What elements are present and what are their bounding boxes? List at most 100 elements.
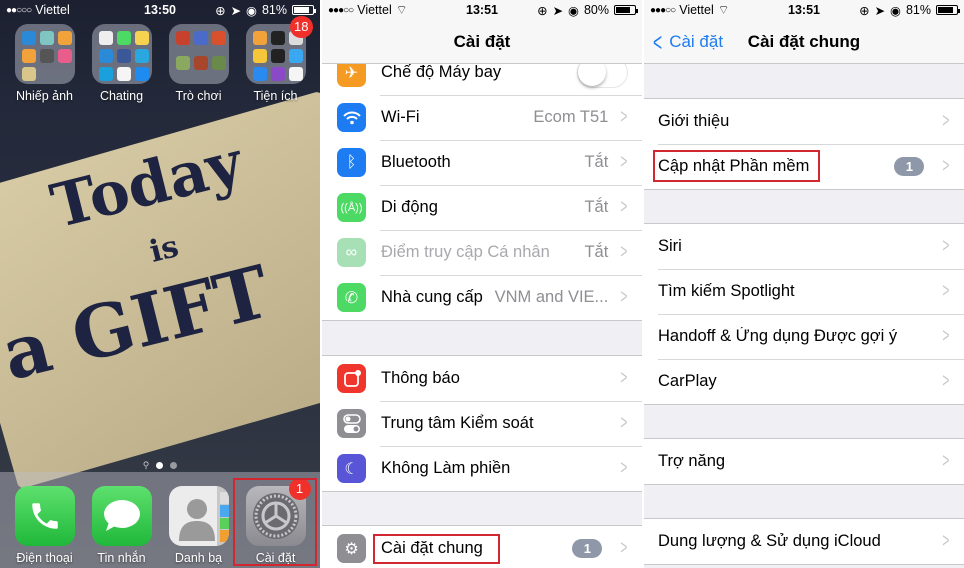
nav-bar: < Cài đặt Cài đặt chung	[644, 20, 964, 64]
row-label: CarPlay	[658, 372, 717, 390]
wifi-status-icon: ⌔	[717, 3, 730, 17]
chevron-right-icon: >	[620, 367, 628, 389]
app-label: Tin nhắn	[97, 551, 146, 565]
settings-screen: ●●●○○ Viettel ⌔ 13:51 ⊕ ➤ ◉ 80% Cài đặt ✈ …	[322, 0, 642, 568]
dock-app-contacts[interactable]: Danh bạ	[166, 486, 232, 568]
bluetooth-icon: ᛒ	[337, 148, 366, 177]
folder-photography[interactable]: Nhiếp ảnh	[12, 24, 78, 103]
row-bluetooth[interactable]: ᛒ Bluetooth Tắt >	[322, 140, 642, 185]
status-bar: ●●●○○ Viettel ⌔ 13:51 ⊕ ➤ ◉ 81%	[644, 0, 964, 20]
folder-icon	[91, 24, 152, 84]
row-do-not-disturb[interactable]: ☾ Không Làm phiền >	[322, 446, 642, 491]
row-value: Ecom T51	[533, 108, 609, 126]
row-carrier[interactable]: ✆ Nhà cung cấp VNM and VIE... >	[322, 275, 642, 320]
folder-label: Nhiếp ảnh	[16, 89, 73, 103]
app-label: Điện thoại	[16, 551, 73, 565]
row-value: Tắt	[584, 198, 609, 216]
chevron-right-icon: >	[620, 286, 628, 308]
phone-carrier-icon: ✆	[337, 283, 366, 312]
wifi-icon	[337, 103, 366, 132]
row-wifi[interactable]: Wi-Fi Ecom T51 >	[322, 95, 642, 140]
folder-icon	[168, 24, 229, 84]
row-siri[interactable]: Siri >	[644, 224, 964, 269]
page-title: Cài đặt chung	[747, 31, 861, 51]
chevron-right-icon: >	[942, 370, 950, 392]
row-label: Siri	[658, 237, 682, 255]
row-label: Giới thiệu	[658, 112, 730, 130]
control-center-icon	[337, 409, 366, 438]
battery-icon	[614, 5, 638, 15]
row-label: Bluetooth	[381, 153, 451, 171]
chevron-right-icon: >	[620, 457, 628, 479]
row-spotlight[interactable]: Tìm kiếm Spotlight >	[644, 269, 964, 314]
row-label: Không Làm phiền	[381, 459, 511, 477]
carrier-name: Viettel	[35, 3, 70, 17]
chevron-right-icon: >	[620, 241, 628, 263]
row-cellular[interactable]: ((Å)) Di động Tắt >	[322, 185, 642, 230]
row-personal-hotspot[interactable]: ∞ Điểm truy cập Cá nhân Tắt >	[322, 230, 642, 275]
general-group-accessibility: Trợ năng >	[644, 438, 964, 485]
row-label: Dung lượng & Sử dụng iCloud	[658, 532, 881, 550]
nav-bar: Cài đặt	[322, 20, 642, 64]
row-notifications[interactable]: Thông báo >	[322, 356, 642, 401]
battery-icon	[936, 5, 960, 15]
row-about[interactable]: Giới thiệu >	[644, 99, 964, 144]
back-label: Cài đặt	[669, 32, 724, 51]
folder-chating[interactable]: Chating	[89, 24, 155, 103]
chevron-right-icon: >	[620, 537, 628, 559]
battery-percent: 81%	[261, 3, 287, 17]
highlight-box	[373, 534, 500, 564]
row-handoff[interactable]: Handoff & Ứng dụng Được gợi ý >	[644, 314, 964, 359]
highlight-box	[653, 150, 820, 182]
row-value: VNM and VIE...	[494, 288, 609, 306]
chevron-right-icon: >	[942, 530, 950, 552]
gear-icon: ⚙	[337, 534, 366, 563]
chevron-right-icon: >	[620, 151, 628, 173]
moon-icon: ☾	[337, 454, 366, 483]
row-storage-icloud[interactable]: Dung lượng & Sử dụng iCloud >	[644, 519, 964, 564]
row-label: Trợ năng	[658, 452, 726, 470]
battery-percent: 80%	[583, 3, 609, 17]
page-indicator[interactable]: ⚲	[0, 460, 320, 471]
alarm-icon: ◉	[568, 3, 579, 18]
row-label: Wi-Fi	[381, 108, 420, 126]
row-label: Điểm truy cập Cá nhân	[381, 243, 550, 261]
update-badge: 1	[572, 539, 603, 558]
folder-utilities[interactable]: 18 Tiện ích	[243, 16, 313, 103]
general-settings-screen: ●●●○○ Viettel ⌔ 13:51 ⊕ ➤ ◉ 81% < Cài đặt …	[644, 0, 964, 568]
notifications-icon	[337, 364, 366, 393]
back-button[interactable]: < Cài đặt	[650, 20, 723, 64]
dock-app-phone[interactable]: Điện thoại	[12, 486, 78, 568]
folder-games[interactable]: Trò chơi	[166, 24, 232, 103]
chevron-right-icon: >	[942, 110, 950, 132]
row-value: Tắt	[584, 243, 609, 261]
app-label: Danh bạ	[174, 551, 223, 565]
chevron-right-icon: >	[620, 412, 628, 434]
rotation-lock-icon: ⊕	[215, 3, 226, 18]
folder-row: Nhiếp ảnh Chating Trò chơi 18 Tiện ích	[0, 16, 320, 103]
folder-label: Chating	[99, 89, 144, 103]
row-label: Tìm kiếm Spotlight	[658, 282, 795, 300]
battery-icon	[292, 5, 316, 15]
page-dot	[156, 462, 164, 469]
row-carplay[interactable]: CarPlay >	[644, 359, 964, 404]
page-dot	[170, 462, 178, 469]
status-bar: ●●○○○ Viettel 13:50 ⊕ ➤ ◉ 81%	[0, 0, 320, 20]
row-label: Trung tâm Kiểm soát	[381, 414, 534, 432]
row-accessibility[interactable]: Trợ năng >	[644, 439, 964, 484]
dock-app-messages[interactable]: Tin nhắn	[89, 486, 155, 568]
chevron-right-icon: >	[942, 235, 950, 257]
row-label: Nhà cung cấp	[381, 288, 483, 306]
location-icon: ➤	[552, 3, 564, 18]
hotspot-icon: ∞	[337, 238, 366, 267]
page-title: Cài đặt	[453, 31, 511, 51]
alarm-icon: ◉	[890, 3, 901, 18]
row-control-center[interactable]: Trung tâm Kiểm soát >	[322, 401, 642, 446]
chevron-right-icon: >	[942, 155, 950, 177]
highlight-box	[233, 478, 317, 566]
row-label: Thông báo	[381, 369, 460, 387]
signal-icon: ●●●○○	[328, 4, 354, 16]
chevron-right-icon: >	[620, 196, 628, 218]
row-label: Handoff & Ứng dụng Được gợi ý	[658, 327, 898, 345]
settings-group-system: Thông báo > Trung tâm Kiểm soát > ☾ Khôn…	[322, 355, 642, 492]
